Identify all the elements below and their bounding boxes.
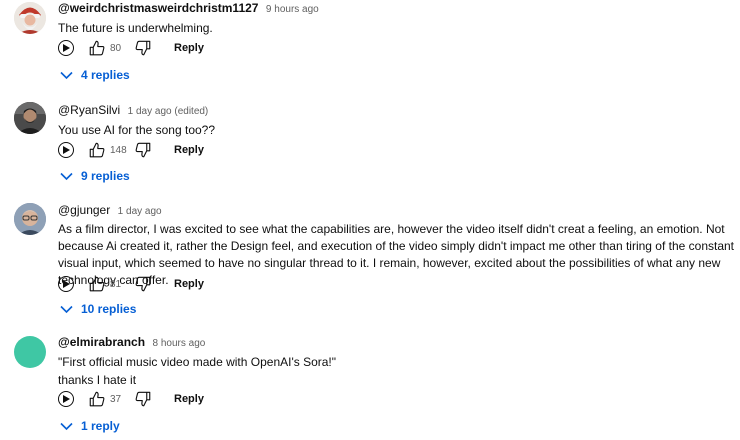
comment-actions: 80 Reply bbox=[58, 38, 204, 58]
reply-button[interactable]: Reply bbox=[174, 144, 204, 156]
like-count: 81 bbox=[110, 278, 122, 290]
comment-thread: @weirdchristmasweirdchristm1127 9 hours … bbox=[0, 0, 740, 88]
comment-time[interactable]: 1 day ago bbox=[118, 206, 162, 217]
reply-button[interactable]: Reply bbox=[174, 393, 204, 405]
comment-author[interactable]: @RyanSilvi bbox=[58, 103, 120, 117]
chevron-down-icon bbox=[60, 422, 73, 430]
comment-actions: 148 Reply bbox=[58, 140, 204, 160]
like-count: 37 bbox=[110, 393, 122, 405]
thumb-down-icon[interactable] bbox=[134, 39, 152, 57]
avatar[interactable] bbox=[14, 203, 46, 235]
play-button[interactable] bbox=[58, 142, 74, 158]
comment-text-line: "First official music video made with Op… bbox=[58, 355, 337, 369]
comment-text-line: The future is underwhelming. bbox=[58, 21, 213, 35]
comment-text-line: You use AI for the song too?? bbox=[58, 123, 216, 137]
thumb-down-icon[interactable] bbox=[134, 275, 152, 293]
chevron-down-icon bbox=[60, 172, 73, 180]
thumb-up-icon[interactable] bbox=[88, 39, 106, 57]
replies-label: 4 replies bbox=[81, 68, 130, 82]
like-count: 80 bbox=[110, 42, 122, 54]
view-replies-button[interactable]: 9 replies bbox=[60, 167, 130, 185]
avatar[interactable] bbox=[14, 102, 46, 134]
reply-button[interactable]: Reply bbox=[174, 278, 204, 290]
comment-text: You use AI for the song too?? bbox=[58, 121, 736, 139]
comment-actions: 37 Reply bbox=[58, 389, 204, 409]
thumb-up-icon[interactable] bbox=[88, 275, 106, 293]
thumb-down-icon[interactable] bbox=[134, 141, 152, 159]
comment-text: The future is underwhelming. bbox=[58, 19, 736, 37]
avatar[interactable] bbox=[14, 2, 46, 34]
like-count: 148 bbox=[110, 144, 127, 156]
play-icon bbox=[63, 280, 70, 288]
comment-author[interactable]: @gjunger bbox=[58, 203, 110, 217]
replies-label: 1 reply bbox=[81, 419, 120, 433]
chevron-down-icon bbox=[60, 71, 73, 79]
play-button[interactable] bbox=[58, 40, 74, 56]
play-icon bbox=[63, 146, 70, 154]
comment-author[interactable]: @weirdchristmasweirdchristm1127 bbox=[58, 1, 258, 15]
view-replies-button[interactable]: 1 reply bbox=[60, 417, 120, 435]
replies-label: 9 replies bbox=[81, 169, 130, 183]
comment-thread: @gjunger 1 day ago As a film director, I… bbox=[0, 202, 740, 322]
thumb-down-icon[interactable] bbox=[134, 390, 152, 408]
comment-actions: 81 Reply bbox=[58, 274, 204, 294]
comment-thread: @RyanSilvi 1 day ago (edited) You use AI… bbox=[0, 100, 740, 188]
reply-button[interactable]: Reply bbox=[174, 42, 204, 54]
comment-thread: @elmirabranch 8 hours ago "First officia… bbox=[0, 334, 740, 440]
comment-text-line: thanks I hate it bbox=[58, 373, 137, 387]
comment-author[interactable]: @elmirabranch bbox=[58, 335, 145, 349]
comment-time[interactable]: 1 day ago (edited) bbox=[128, 106, 209, 117]
view-replies-button[interactable]: 10 replies bbox=[60, 300, 136, 318]
play-button[interactable] bbox=[58, 391, 74, 407]
play-button[interactable] bbox=[58, 276, 74, 292]
avatar[interactable] bbox=[14, 336, 46, 368]
view-replies-button[interactable]: 4 replies bbox=[60, 66, 130, 84]
play-icon bbox=[63, 395, 70, 403]
chevron-down-icon bbox=[60, 305, 73, 313]
comment-time[interactable]: 8 hours ago bbox=[153, 338, 206, 349]
play-icon bbox=[63, 44, 70, 52]
replies-label: 10 replies bbox=[81, 302, 137, 316]
comment-text: "First official music video made with Op… bbox=[58, 353, 736, 389]
thumb-up-icon[interactable] bbox=[88, 390, 106, 408]
comment-time[interactable]: 9 hours ago bbox=[266, 4, 319, 15]
thumb-up-icon[interactable] bbox=[88, 141, 106, 159]
